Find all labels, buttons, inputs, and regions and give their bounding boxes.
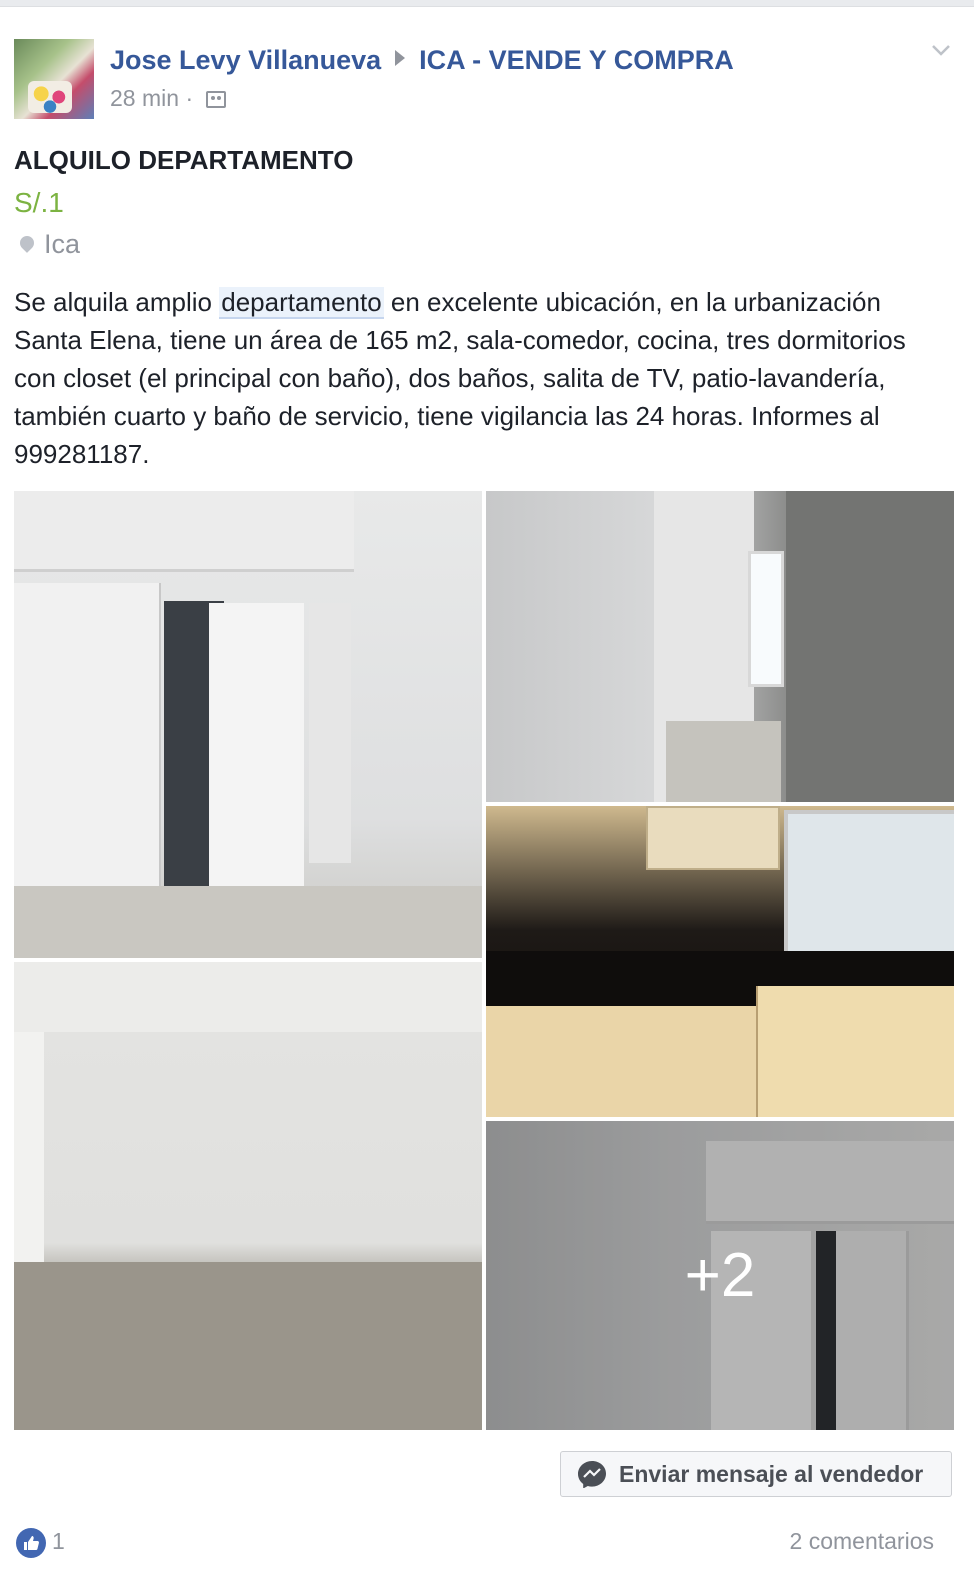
group-name-link[interactable]: ICA - VENDE Y COMPRA	[419, 45, 734, 75]
chevron-down-icon[interactable]	[930, 39, 952, 61]
messenger-icon	[578, 1461, 606, 1488]
author-avatar[interactable]	[14, 39, 94, 119]
listing-description: Se alquila amplio departamento en excele…	[14, 283, 954, 473]
description-highlight-link[interactable]: departamento	[219, 287, 384, 319]
post-header: Jose Levy Villanueva ICA - VENDE Y COMPRA	[110, 45, 734, 76]
message-seller-label: Enviar mensaje al vendedor	[619, 1460, 924, 1487]
like-count[interactable]: 1	[52, 1528, 65, 1555]
listing-location: Ica	[14, 229, 80, 260]
arrow-right-icon	[395, 50, 406, 66]
marketplace-post-card: Jose Levy Villanueva ICA - VENDE Y COMPRA…	[0, 6, 974, 1569]
post-meta: 28 min ·	[110, 85, 226, 112]
message-seller-button[interactable]: Enviar mensaje al vendedor	[560, 1451, 952, 1497]
comments-count-link[interactable]: 2 comentarios	[790, 1528, 934, 1555]
description-start: Se alquila amplio	[14, 287, 220, 317]
like-icon[interactable]	[16, 1528, 46, 1558]
photo-bedroom[interactable]	[14, 962, 482, 1430]
photo-closet[interactable]	[14, 491, 482, 958]
more-photos-overlay[interactable]: +2	[486, 1121, 954, 1430]
photo-hallway[interactable]	[486, 491, 954, 802]
location-text: Ica	[44, 229, 81, 259]
photo-more[interactable]: +2	[486, 1121, 954, 1430]
listing-title: ALQUILO DEPARTAMENTO	[14, 145, 354, 175]
author-name-link[interactable]: Jose Levy Villanueva	[110, 45, 381, 75]
photo-kitchen[interactable]	[486, 806, 954, 1117]
location-pin-icon	[17, 233, 37, 253]
meta-separator: ·	[185, 85, 194, 111]
listing-price: S/.1	[14, 187, 64, 218]
post-timestamp[interactable]: 28 min	[110, 85, 179, 111]
group-icon	[205, 91, 226, 108]
